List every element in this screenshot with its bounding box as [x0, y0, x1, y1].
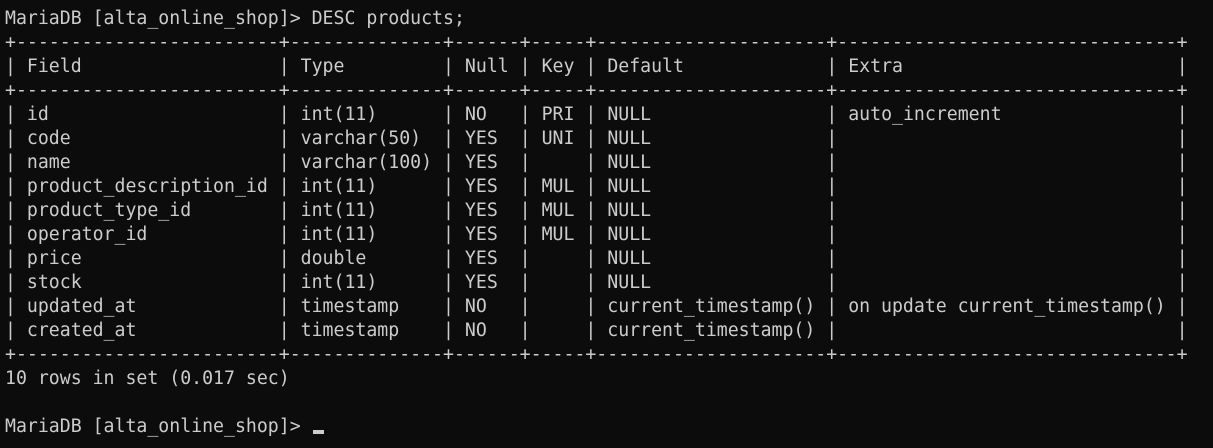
table-cell: code — [26, 128, 71, 149]
table-cell: created_at — [26, 320, 137, 341]
table-cell: double — [300, 248, 367, 269]
table-cell: updated_at — [26, 296, 137, 317]
table-cell: varchar(50) — [300, 128, 422, 149]
table-cell: product_type_id — [26, 200, 192, 221]
table-cell: NULL — [607, 152, 652, 173]
table-row: | updated_at | timestamp | NO | | curren… — [5, 296, 1188, 317]
table-cell: MUL — [541, 224, 575, 245]
table-cell: int(11) — [300, 272, 378, 293]
table-border: +------------------------+--------------… — [5, 344, 1188, 365]
table-cell: NULL — [607, 272, 652, 293]
table-cell: NO — [464, 296, 487, 317]
input-line[interactable]: MariaDB [alta_online_shop]> — [5, 415, 1213, 439]
shell-prompt-current: MariaDB [alta_online_shop]> — [5, 416, 301, 437]
table-cell: on update current_timestamp() — [848, 296, 1166, 317]
column-header: Field — [26, 56, 82, 77]
table-cell: NULL — [607, 224, 652, 245]
table-cell: MUL — [541, 200, 575, 221]
table-cell: timestamp — [300, 296, 400, 317]
command-text: DESC products; — [311, 8, 465, 29]
table-row: | product_description_id | int(11) | YES… — [5, 176, 1188, 197]
table-row: | name | varchar(100) | YES | | NULL | | — [5, 152, 1188, 173]
table-cell: UNI — [541, 128, 575, 149]
command-line: MariaDB [alta_online_shop]> DESC product… — [5, 7, 1213, 31]
table-cell: NULL — [607, 104, 652, 125]
column-header: Default — [607, 56, 684, 77]
table-cell: price — [26, 248, 82, 269]
table-cell: int(11) — [300, 176, 378, 197]
table-cell: YES — [464, 224, 498, 245]
terminal-window[interactable]: MariaDB [alta_online_shop]> DESC product… — [0, 0, 1213, 448]
result-summary: 10 rows in set (0.017 sec) — [5, 368, 290, 389]
table-header: | Field | Type | Null | Key | Default | … — [5, 56, 1188, 77]
query-result-table: +------------------------+--------------… — [5, 31, 1213, 367]
table-row: | product_type_id | int(11) | YES | MUL … — [5, 200, 1188, 221]
table-cell: NULL — [607, 248, 652, 269]
table-cell: int(11) — [300, 224, 378, 245]
table-cell: operator_id — [26, 224, 148, 245]
table-row: | code | varchar(50) | YES | UNI | NULL … — [5, 128, 1188, 149]
table-cell: int(11) — [300, 104, 378, 125]
column-header: Key — [541, 56, 575, 77]
table-cell: MUL — [541, 176, 575, 197]
table-cell: current_timestamp() — [607, 320, 816, 341]
table-cell: YES — [464, 248, 498, 269]
text-cursor — [312, 430, 324, 434]
table-cell: NULL — [607, 128, 652, 149]
table-cell: PRI — [541, 104, 575, 125]
table-cell: YES — [464, 272, 498, 293]
table-cell: YES — [464, 152, 498, 173]
table-cell: varchar(100) — [300, 152, 433, 173]
table-row: | created_at | timestamp | NO | | curren… — [5, 320, 1188, 341]
table-cell: NULL — [607, 176, 652, 197]
table-cell: product_description_id — [26, 176, 268, 197]
table-border: +------------------------+--------------… — [5, 80, 1188, 101]
table-cell: current_timestamp() — [607, 296, 816, 317]
table-cell: name — [26, 152, 71, 173]
table-cell: NO — [464, 104, 487, 125]
table-row: | price | double | YES | | NULL | | — [5, 248, 1188, 269]
column-header: Null — [464, 56, 509, 77]
table-row: | id | int(11) | NO | PRI | NULL | auto_… — [5, 104, 1188, 125]
table-row: | operator_id | int(11) | YES | MUL | NU… — [5, 224, 1188, 245]
table-cell: id — [26, 104, 49, 125]
shell-prompt: MariaDB [alta_online_shop]> — [5, 8, 301, 29]
column-header: Type — [300, 56, 345, 77]
table-cell: timestamp — [300, 320, 400, 341]
table-cell: NULL — [607, 200, 652, 221]
table-border: +------------------------+--------------… — [5, 32, 1188, 53]
table-cell: int(11) — [300, 200, 378, 221]
table-cell: YES — [464, 128, 498, 149]
table-row: | stock | int(11) | YES | | NULL | | — [5, 272, 1188, 293]
table-cell: NO — [464, 320, 487, 341]
column-header: Extra — [848, 56, 903, 77]
table-cell: YES — [464, 200, 498, 221]
table-cell: YES — [464, 176, 498, 197]
table-cell: auto_increment — [848, 104, 1002, 125]
table-cell: stock — [26, 272, 82, 293]
